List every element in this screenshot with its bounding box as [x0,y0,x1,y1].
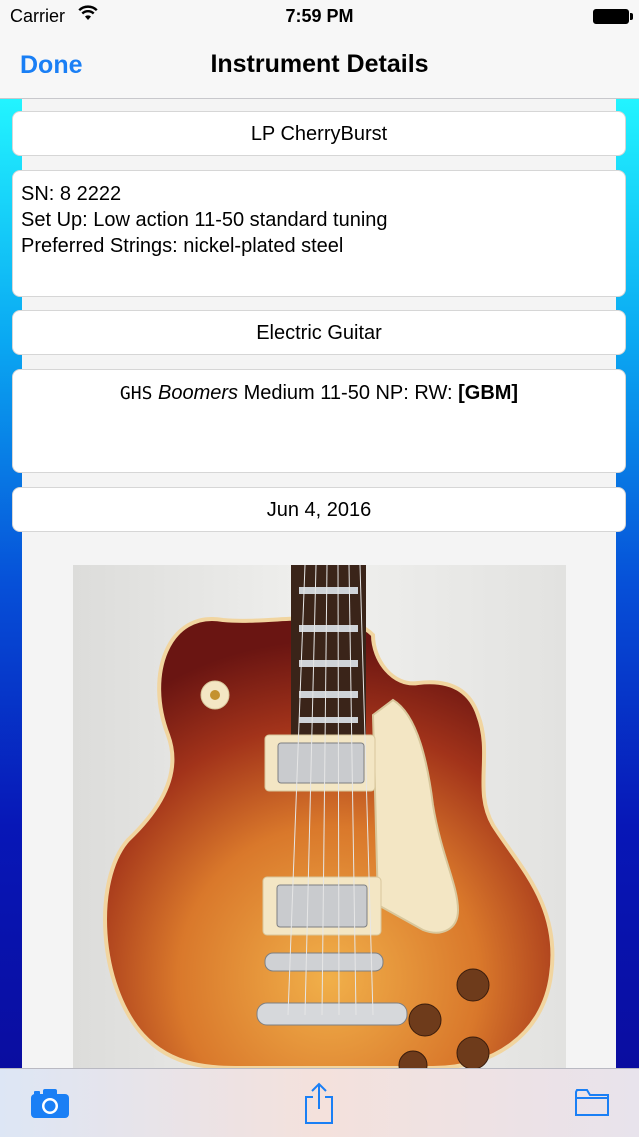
preferred-strings-line: Preferred Strings: nickel-plated steel [21,235,344,257]
instrument-date: Jun 4, 2016 [266,499,372,521]
instrument-type-field[interactable]: Electric Guitar [12,310,626,355]
string-code: [GBM] [458,382,519,404]
share-icon[interactable] [303,1081,335,1130]
page-title: Instrument Details [210,50,429,78]
string-brand: GHS [119,383,153,404]
folder-icon[interactable] [575,1087,609,1122]
string-model: Boomers [157,382,239,404]
status-bar: Carrier 7:59 PM [0,0,639,34]
battery-icon [593,9,633,24]
bottom-toolbar [0,1068,639,1137]
setup-line: Set Up: Low action 11-50 standard tuning [21,209,388,231]
detail-content[interactable]: LP CherryBurst SN: 8 2222 Set Up: Low ac… [0,99,639,1068]
instrument-type: Electric Guitar [256,322,382,344]
instrument-notes-field[interactable]: SN: 8 2222 Set Up: Low action 11-50 stan… [12,170,626,297]
date-field[interactable]: Jun 4, 2016 [12,487,626,532]
instrument-name-field[interactable]: LP CherryBurst [12,111,626,156]
strings-field[interactable]: GHS Boomers Medium 11-50 NP: RW: [GBM] [12,369,626,473]
clock: 7:59 PM [285,6,354,26]
serial-number-line: SN: 8 2222 [21,183,122,205]
camera-icon[interactable] [30,1087,70,1124]
navigation-bar: Done Instrument Details [0,34,639,99]
instrument-photo[interactable] [73,565,566,1068]
string-spec: Medium 11-50 NP: RW: [243,382,453,404]
instrument-name: LP CherryBurst [250,123,388,145]
done-button[interactable]: Done [20,51,83,80]
